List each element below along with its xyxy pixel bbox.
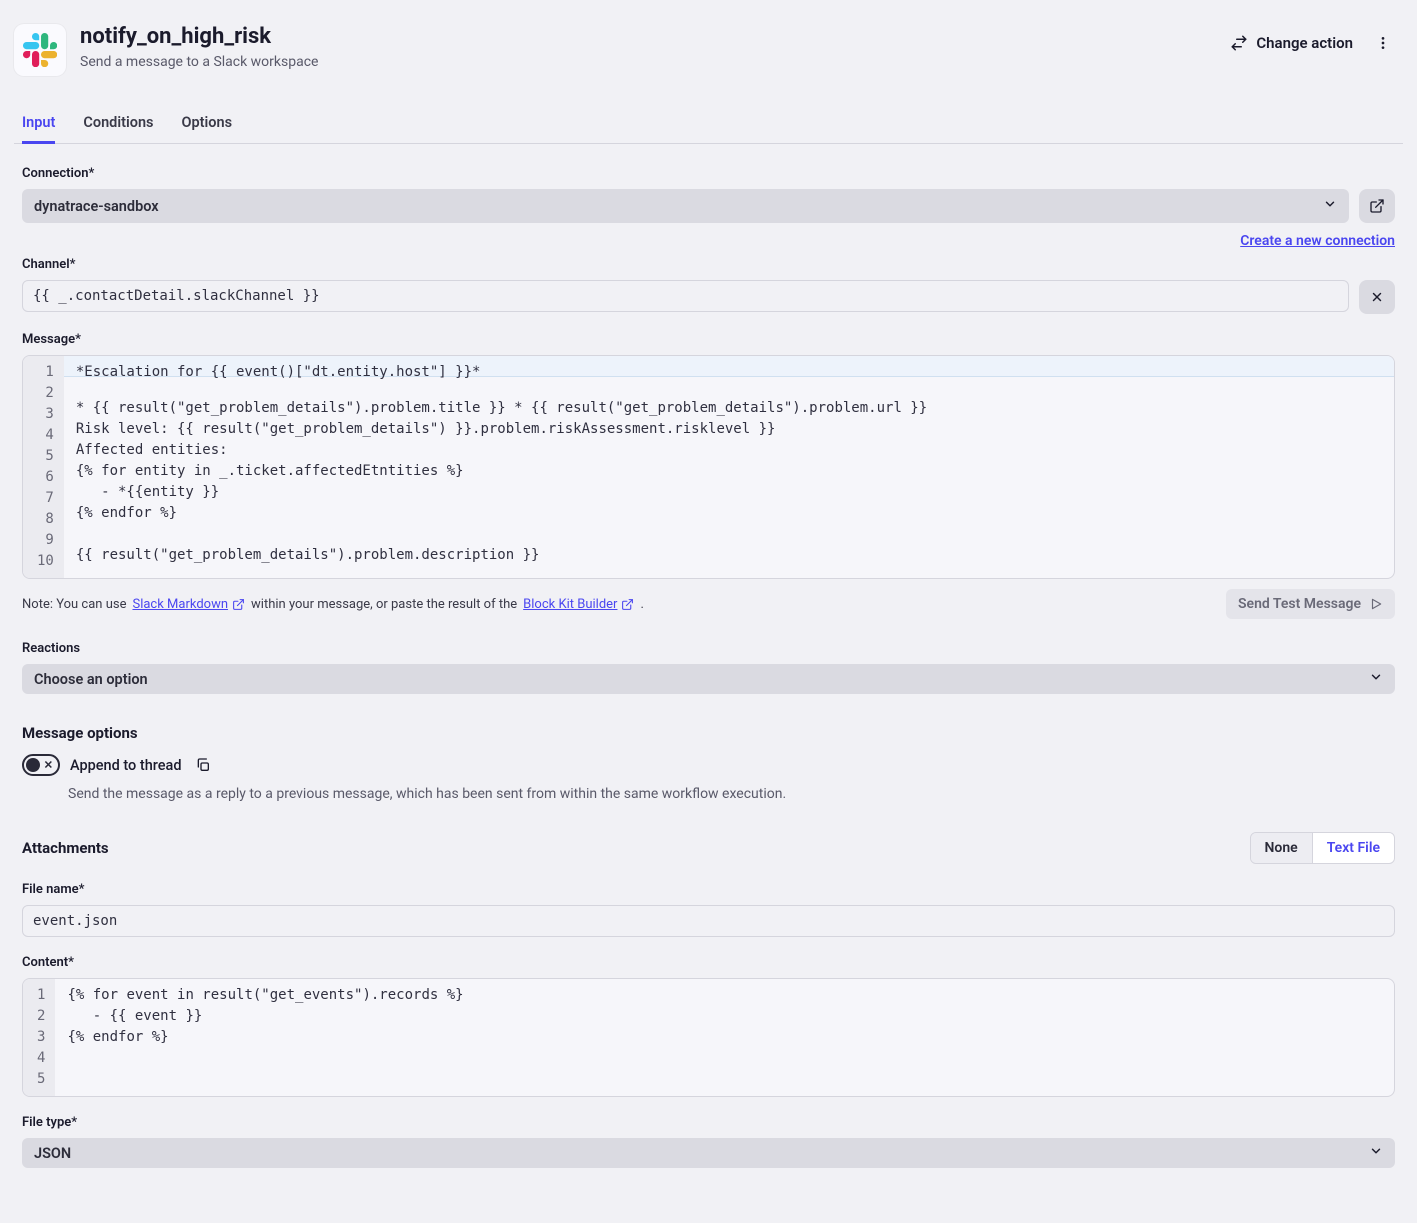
reactions-select[interactable]: Choose an option	[22, 664, 1395, 694]
append-thread-copy-button[interactable]	[192, 754, 214, 776]
create-connection-link[interactable]: Create a new connection	[1240, 233, 1395, 249]
slack-markdown-link[interactable]: Slack Markdown	[132, 597, 245, 612]
open-connection-button[interactable]	[1359, 189, 1395, 223]
filename-input[interactable]: event.json	[22, 905, 1395, 937]
filetype-select[interactable]: JSON	[22, 1138, 1395, 1168]
chevron-down-icon	[1369, 1144, 1383, 1162]
attachments-segmented: None Text File	[1250, 832, 1395, 864]
append-to-thread-toggle[interactable]: ✕	[22, 754, 60, 776]
code-line: - {{ event }}	[67, 1006, 1382, 1027]
append-to-thread-label: Append to thread	[70, 757, 182, 774]
swap-icon	[1230, 34, 1248, 52]
connection-select[interactable]: dynatrace-sandbox	[22, 189, 1349, 223]
note-middle: within your message, or paste the result…	[251, 597, 517, 612]
append-to-thread-help: Send the message as a reply to a previou…	[22, 786, 1395, 802]
send-test-message-button[interactable]: Send Test Message	[1226, 589, 1395, 619]
code-line: {% for event in result("get_events").rec…	[67, 985, 1382, 1006]
block-kit-builder-link[interactable]: Block Kit Builder	[523, 597, 634, 612]
content-lines: {% for event in result("get_events").rec…	[55, 979, 1394, 1096]
chevron-down-icon	[1369, 670, 1383, 688]
header: notify_on_high_risk Send a message to a …	[14, 18, 1403, 82]
message-label: Message*	[22, 332, 1395, 347]
reactions-placeholder: Choose an option	[34, 671, 148, 688]
page-title: notify_on_high_risk	[80, 24, 1208, 50]
filename-input-value: event.json	[33, 913, 117, 929]
external-link-icon	[232, 598, 245, 611]
connection-selected: dynatrace-sandbox	[34, 198, 159, 215]
page-subtitle: Send a message to a Slack workspace	[80, 54, 1208, 70]
chevron-down-icon	[1323, 197, 1337, 215]
kebab-icon	[1375, 35, 1391, 51]
reactions-label: Reactions	[22, 641, 1395, 656]
code-line: *Escalation for {{ event()["dt.entity.ho…	[64, 356, 1394, 377]
note-prefix: Note: You can use	[22, 597, 126, 612]
clear-channel-button[interactable]	[1359, 280, 1395, 314]
code-line: Affected entities:	[76, 440, 1382, 461]
code-line: {% for entity in _.ticket.affectedEtntit…	[76, 461, 1382, 482]
code-line	[76, 524, 1382, 545]
more-menu-button[interactable]	[1371, 31, 1395, 55]
tab-options[interactable]: Options	[182, 104, 233, 143]
code-line: Risk level: {{ result("get_problem_detai…	[76, 419, 1382, 440]
content-gutter: 12345	[23, 979, 55, 1096]
attachments-none[interactable]: None	[1251, 833, 1312, 863]
code-line: {% endfor %}	[67, 1027, 1382, 1048]
connection-label: Connection*	[22, 166, 1395, 181]
filename-label: File name*	[22, 882, 1395, 897]
slack-app-icon	[14, 24, 66, 76]
code-line: {{ result("get_problem_details").problem…	[76, 545, 1382, 566]
slack-icon	[23, 33, 57, 67]
message-lines: *Escalation for {{ event()["dt.entity.ho…	[64, 356, 1394, 578]
channel-label: Channel*	[22, 257, 1395, 272]
external-link-icon	[621, 598, 634, 611]
copy-icon	[195, 757, 211, 773]
change-action-button[interactable]: Change action	[1222, 28, 1361, 58]
message-options-heading: Message options	[22, 724, 1395, 742]
send-test-label: Send Test Message	[1238, 596, 1361, 612]
channel-input-value: {{ _.contactDetail.slackChannel }}	[33, 288, 320, 304]
slack-markdown-link-label: Slack Markdown	[132, 597, 228, 612]
attachments-heading: Attachments	[22, 839, 109, 857]
channel-input[interactable]: {{ _.contactDetail.slackChannel }}	[22, 280, 1349, 312]
code-line	[67, 1048, 1382, 1069]
content-editor[interactable]: 12345 {% for event in result("get_events…	[22, 978, 1395, 1097]
message-editor[interactable]: 12345678910 *Escalation for {{ event()["…	[22, 355, 1395, 579]
attachments-text-file[interactable]: Text File	[1312, 833, 1394, 863]
code-line: * {{ result("get_problem_details").probl…	[76, 398, 1382, 419]
tab-conditions[interactable]: Conditions	[83, 104, 153, 143]
content-label: Content*	[22, 955, 1395, 970]
message-gutter: 12345678910	[23, 356, 64, 578]
change-action-label: Change action	[1256, 34, 1353, 52]
tab-input[interactable]: Input	[22, 104, 55, 143]
code-line: {% endfor %}	[76, 503, 1382, 524]
close-icon	[1370, 290, 1384, 304]
filetype-label: File type*	[22, 1115, 1395, 1130]
block-kit-builder-link-label: Block Kit Builder	[523, 597, 617, 612]
external-link-icon	[1369, 198, 1385, 214]
play-icon	[1369, 597, 1383, 611]
code-line: - *{{entity }}	[76, 482, 1382, 503]
filetype-selected: JSON	[34, 1145, 71, 1162]
tabs: Input Conditions Options	[14, 104, 1403, 144]
code-line	[67, 1069, 1382, 1090]
note-suffix: .	[640, 597, 643, 612]
